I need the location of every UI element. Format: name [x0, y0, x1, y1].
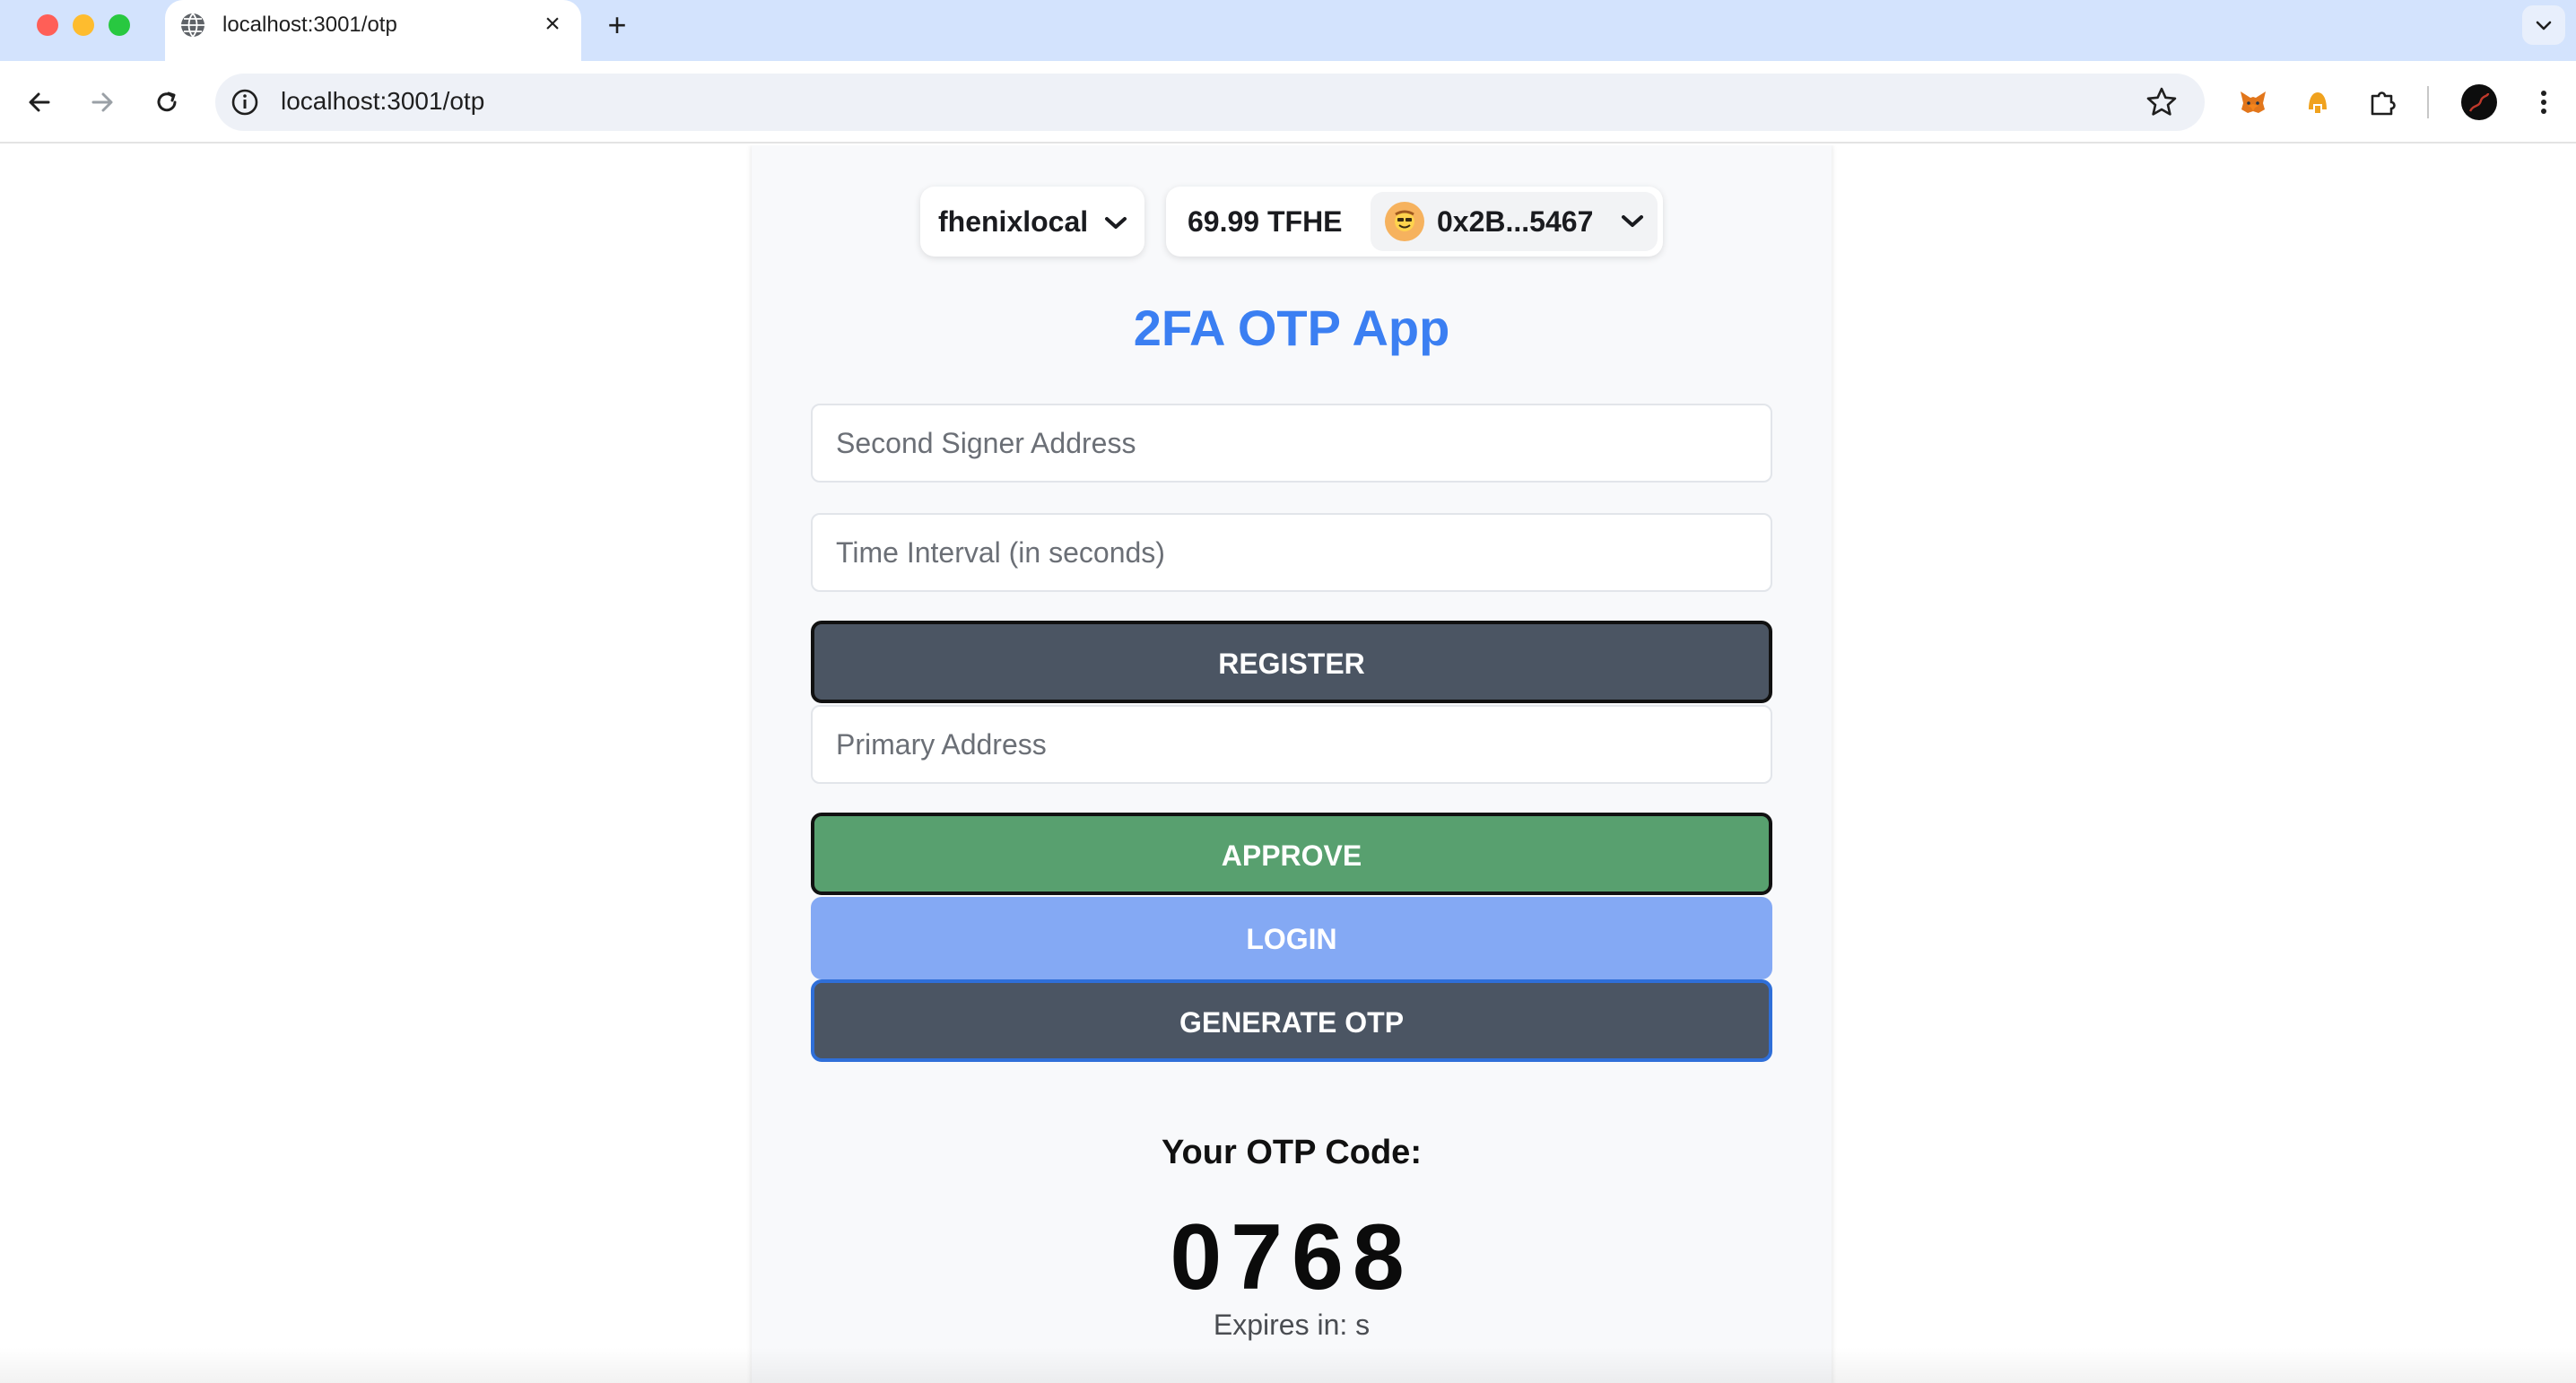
window-close-button[interactable]	[37, 14, 58, 36]
avatar-artwork-icon	[2468, 92, 2490, 112]
tab-close-icon[interactable]: ×	[536, 8, 569, 40]
generate-otp-button[interactable]: GENERATE OTP	[811, 979, 1772, 1062]
second-signer-address-input[interactable]	[811, 404, 1772, 483]
tab-search-menu-button[interactable]	[2522, 5, 2565, 45]
helmet-extension-icon	[2309, 92, 2327, 113]
url-text[interactable]: localhost:3001/otp	[281, 86, 484, 117]
info-icon[interactable]	[230, 87, 260, 117]
bottom-shadow	[0, 1347, 2576, 1383]
globe-icon	[181, 13, 205, 38]
otp-heading: Your OTP Code:	[1162, 1134, 1422, 1171]
page-title: 2FA OTP App	[1133, 300, 1450, 356]
account-button[interactable]: 69.99 TFHE 0x2B...5467	[1166, 187, 1663, 257]
kebab-menu-icon	[2541, 91, 2546, 114]
login-button[interactable]: LOGIN	[811, 897, 1772, 979]
helmet-extension-button[interactable]	[2298, 83, 2337, 122]
address-chip[interactable]: 0x2B...5467	[1371, 192, 1658, 251]
window-zoom-button[interactable]	[109, 14, 130, 36]
reload-icon	[157, 91, 177, 112]
approve-button[interactable]: APPROVE	[811, 813, 1772, 895]
register-button[interactable]: REGISTER	[811, 621, 1772, 703]
new-tab-plus-icon[interactable]: +	[599, 7, 635, 43]
smiley-face-icon	[1395, 210, 1414, 231]
reload-button[interactable]	[147, 83, 187, 122]
primary-address-input[interactable]	[811, 705, 1772, 784]
chevron-down-icon	[2536, 21, 2552, 30]
chevron-down-icon	[1622, 215, 1643, 227]
chevron-down-icon	[1105, 217, 1127, 229]
back-button[interactable]	[20, 83, 59, 122]
otp-code: 0768	[1170, 1205, 1414, 1309]
extensions-button[interactable]	[2363, 83, 2402, 122]
forward-button[interactable]	[83, 83, 122, 122]
otp-expiry-text: Expires in: s	[1213, 1309, 1371, 1341]
address-bar[interactable]	[215, 74, 2205, 131]
back-arrow-icon	[29, 92, 50, 112]
tab-title: localhost:3001/otp	[222, 13, 397, 37]
profile-avatar[interactable]	[2461, 84, 2497, 120]
network-selector[interactable]: fhenixlocal	[920, 187, 1144, 257]
time-interval-input[interactable]	[811, 513, 1772, 592]
network-name: fhenixlocal	[938, 205, 1089, 238]
page-viewport: fhenixlocal 69.99 TFHE 0x2B...5467 2FA O	[0, 145, 2576, 1383]
tab-strip: localhost:3001/otp × +	[0, 0, 2576, 61]
forward-arrow-icon	[91, 92, 113, 112]
wallet-balance: 69.99 TFHE	[1188, 205, 1343, 238]
puzzle-extensions-icon	[2371, 91, 2396, 116]
account-emoji-avatar	[1385, 202, 1424, 241]
metamask-fox-icon	[2241, 91, 2266, 113]
metamask-extension-button[interactable]	[2233, 83, 2273, 122]
toolbar-separator	[2427, 86, 2429, 118]
browser-menu-button[interactable]	[2528, 83, 2560, 122]
star-icon[interactable]	[2144, 84, 2180, 120]
window-minimize-button[interactable]	[73, 14, 94, 36]
wallet-address: 0x2B...5467	[1437, 205, 1594, 238]
